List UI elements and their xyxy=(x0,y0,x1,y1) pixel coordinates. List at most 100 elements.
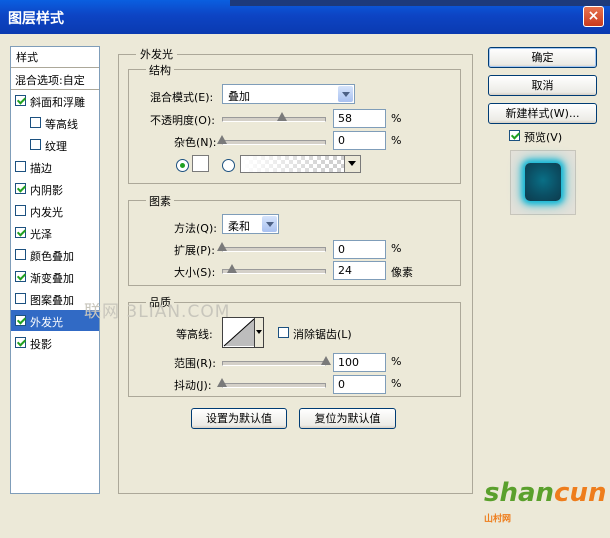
brand-text-small: 山村网 xyxy=(484,514,512,525)
spread-slider-track xyxy=(222,247,326,252)
opacity-slider-thumb[interactable] xyxy=(277,112,288,121)
watermark-text: 联网 3LIAN.COM xyxy=(84,302,231,322)
spread-label: 扩展(P): xyxy=(174,244,215,257)
sidebar-item-checkbox[interactable] xyxy=(15,205,26,216)
method-select[interactable]: 柔和 xyxy=(222,214,279,234)
sidebar-item[interactable]: 描边 xyxy=(11,156,99,177)
jitter-slider[interactable] xyxy=(217,378,326,390)
sidebar-item-label: 颜色叠加 xyxy=(30,250,74,263)
jitter-unit: % xyxy=(391,377,402,390)
sidebar-item-label: 描边 xyxy=(30,162,52,175)
set-default-button[interactable]: 设置为默认值 xyxy=(191,408,287,429)
sidebar-item-checkbox[interactable] xyxy=(30,139,41,150)
title-bar: 图层样式 × xyxy=(0,0,610,34)
opacity-label: 不透明度(O): xyxy=(150,114,215,127)
spread-unit: % xyxy=(391,242,402,255)
size-slider-track xyxy=(222,269,326,274)
structure-title: 结构 xyxy=(146,62,174,78)
ok-button[interactable]: 确定 xyxy=(488,47,597,68)
size-slider-thumb[interactable] xyxy=(227,264,238,273)
sidebar-item-label: 外发光 xyxy=(30,316,63,329)
gradient-radio[interactable] xyxy=(222,159,235,172)
sidebar-item-checkbox[interactable] xyxy=(15,183,26,194)
sidebar-item-label: 渐变叠加 xyxy=(30,272,74,285)
blend-mode-value: 叠加 xyxy=(228,90,250,103)
contour-dropdown[interactable] xyxy=(254,318,263,347)
sidebar-item[interactable]: 等高线 xyxy=(11,112,99,133)
range-slider-track xyxy=(222,361,326,366)
cancel-button[interactable]: 取消 xyxy=(488,75,597,96)
antialias-checkbox[interactable] xyxy=(278,327,289,338)
contour-label: 等高线: xyxy=(176,328,213,341)
size-label: 大小(S): xyxy=(174,266,216,279)
glow-color-swatch[interactable] xyxy=(192,155,209,172)
chevron-down-icon xyxy=(262,216,277,232)
sidebar-item-label: 投影 xyxy=(30,338,52,351)
sidebar-item-checkbox[interactable] xyxy=(15,315,26,326)
sidebar-item-checkbox[interactable] xyxy=(15,271,26,282)
preview-checkbox[interactable] xyxy=(509,130,520,141)
sidebar-item[interactable]: 斜面和浮雕 xyxy=(11,90,99,111)
sidebar-item-checkbox[interactable] xyxy=(15,227,26,238)
noise-slider-thumb[interactable] xyxy=(217,135,227,144)
sidebar-item-checkbox[interactable] xyxy=(15,337,26,348)
spread-input[interactable]: 0 xyxy=(333,240,386,259)
sidebar-item-checkbox[interactable] xyxy=(15,293,26,304)
sidebar-item-checkbox[interactable] xyxy=(15,95,26,106)
sidebar-item-checkbox[interactable] xyxy=(15,161,26,172)
brand-logo: shancun 山村网 xyxy=(484,478,610,538)
styles-header: 样式 xyxy=(16,51,38,64)
chevron-down-icon xyxy=(256,330,262,334)
noise-slider-track xyxy=(222,140,326,145)
spread-slider[interactable] xyxy=(217,242,326,254)
reset-default-button[interactable]: 复位为默认值 xyxy=(299,408,396,429)
sidebar-item[interactable]: 渐变叠加 xyxy=(11,266,99,287)
chevron-down-icon xyxy=(348,161,356,166)
opacity-slider[interactable] xyxy=(222,112,326,124)
sidebar-item-label: 内阴影 xyxy=(30,184,63,197)
color-radio[interactable] xyxy=(176,159,189,172)
gradient-dropdown[interactable] xyxy=(344,156,360,172)
noise-input[interactable]: 0 xyxy=(333,131,386,150)
preview-swatch xyxy=(525,163,561,201)
sidebar-item[interactable]: 颜色叠加 xyxy=(11,244,99,265)
spread-slider-thumb[interactable] xyxy=(217,242,227,251)
sidebar-item-label: 光泽 xyxy=(30,228,52,241)
sidebar-item-checkbox[interactable] xyxy=(30,117,41,128)
opacity-unit: % xyxy=(391,112,402,125)
new-style-button[interactable]: 新建样式(W)... xyxy=(488,103,597,124)
range-slider[interactable] xyxy=(222,356,331,368)
gradient-picker[interactable] xyxy=(240,155,361,173)
sidebar-item[interactable]: 投影 xyxy=(11,332,99,353)
jitter-input[interactable]: 0 xyxy=(333,375,386,394)
sidebar-item[interactable]: 内发光 xyxy=(11,200,99,221)
size-unit: 像素 xyxy=(391,266,413,279)
opacity-slider-track xyxy=(222,117,326,122)
preview-label: 预览(V) xyxy=(524,131,563,144)
jitter-slider-thumb[interactable] xyxy=(217,378,227,387)
range-label: 范围(R): xyxy=(174,357,216,370)
range-unit: % xyxy=(391,355,402,368)
blend-options-label: 混合选项:自定 xyxy=(15,74,85,87)
blend-mode-label: 混合模式(E): xyxy=(150,91,214,104)
sidebar-item[interactable]: 光泽 xyxy=(11,222,99,243)
range-input[interactable]: 100 xyxy=(333,353,386,372)
blend-options-item[interactable]: 混合选项:自定 xyxy=(11,68,99,89)
size-slider[interactable] xyxy=(222,264,326,276)
size-input[interactable]: 24 xyxy=(333,261,386,280)
sidebar-item-checkbox[interactable] xyxy=(15,249,26,260)
opacity-input[interactable]: 58 xyxy=(333,109,386,128)
jitter-label: 抖动(J): xyxy=(174,379,212,392)
sidebar-item-label: 内发光 xyxy=(30,206,63,219)
noise-unit: % xyxy=(391,134,402,147)
antialias-label: 消除锯齿(L) xyxy=(293,328,352,341)
close-button[interactable]: × xyxy=(583,6,604,27)
panel-title: 外发光 xyxy=(136,46,177,62)
styles-list: 样式 混合选项:自定 斜面和浮雕 等高线 纹理 描边 内阴影 内发光 光泽 颜色叠加 渐变叠加图… xyxy=(10,46,100,494)
range-slider-thumb[interactable] xyxy=(321,356,331,365)
noise-slider[interactable] xyxy=(217,135,326,147)
sidebar-item[interactable]: 纹理 xyxy=(11,134,99,155)
blend-mode-select[interactable]: 叠加 xyxy=(222,84,355,104)
style-preview xyxy=(510,150,576,215)
sidebar-item[interactable]: 内阴影 xyxy=(11,178,99,199)
